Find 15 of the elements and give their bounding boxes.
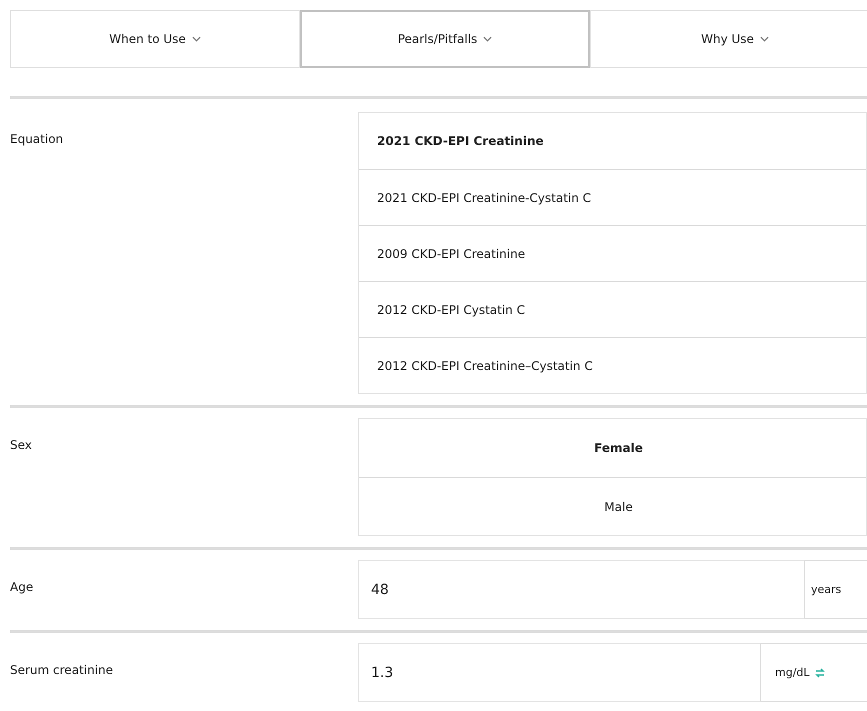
unit-label: years — [804, 560, 867, 619]
unit-label: mg/dL — [760, 643, 867, 702]
field-label: Age — [10, 579, 34, 596]
field-label: Equation — [10, 131, 64, 148]
chevron-down-icon — [483, 36, 492, 42]
info-tab[interactable]: Pearls/Pitfalls — [300, 10, 590, 68]
field-label: Sex — [10, 437, 33, 454]
info-tab[interactable]: When to Use — [10, 10, 300, 68]
field-label: Serum creatinine — [10, 662, 114, 679]
swap-arrows-icon[interactable] — [814, 668, 825, 678]
number-input[interactable]: 1.3 — [358, 643, 760, 702]
info-tab[interactable]: Why Use — [590, 10, 867, 68]
chevron-down-icon — [760, 36, 769, 42]
chevron-down-icon — [192, 36, 201, 42]
number-input[interactable]: 48 — [358, 560, 804, 619]
